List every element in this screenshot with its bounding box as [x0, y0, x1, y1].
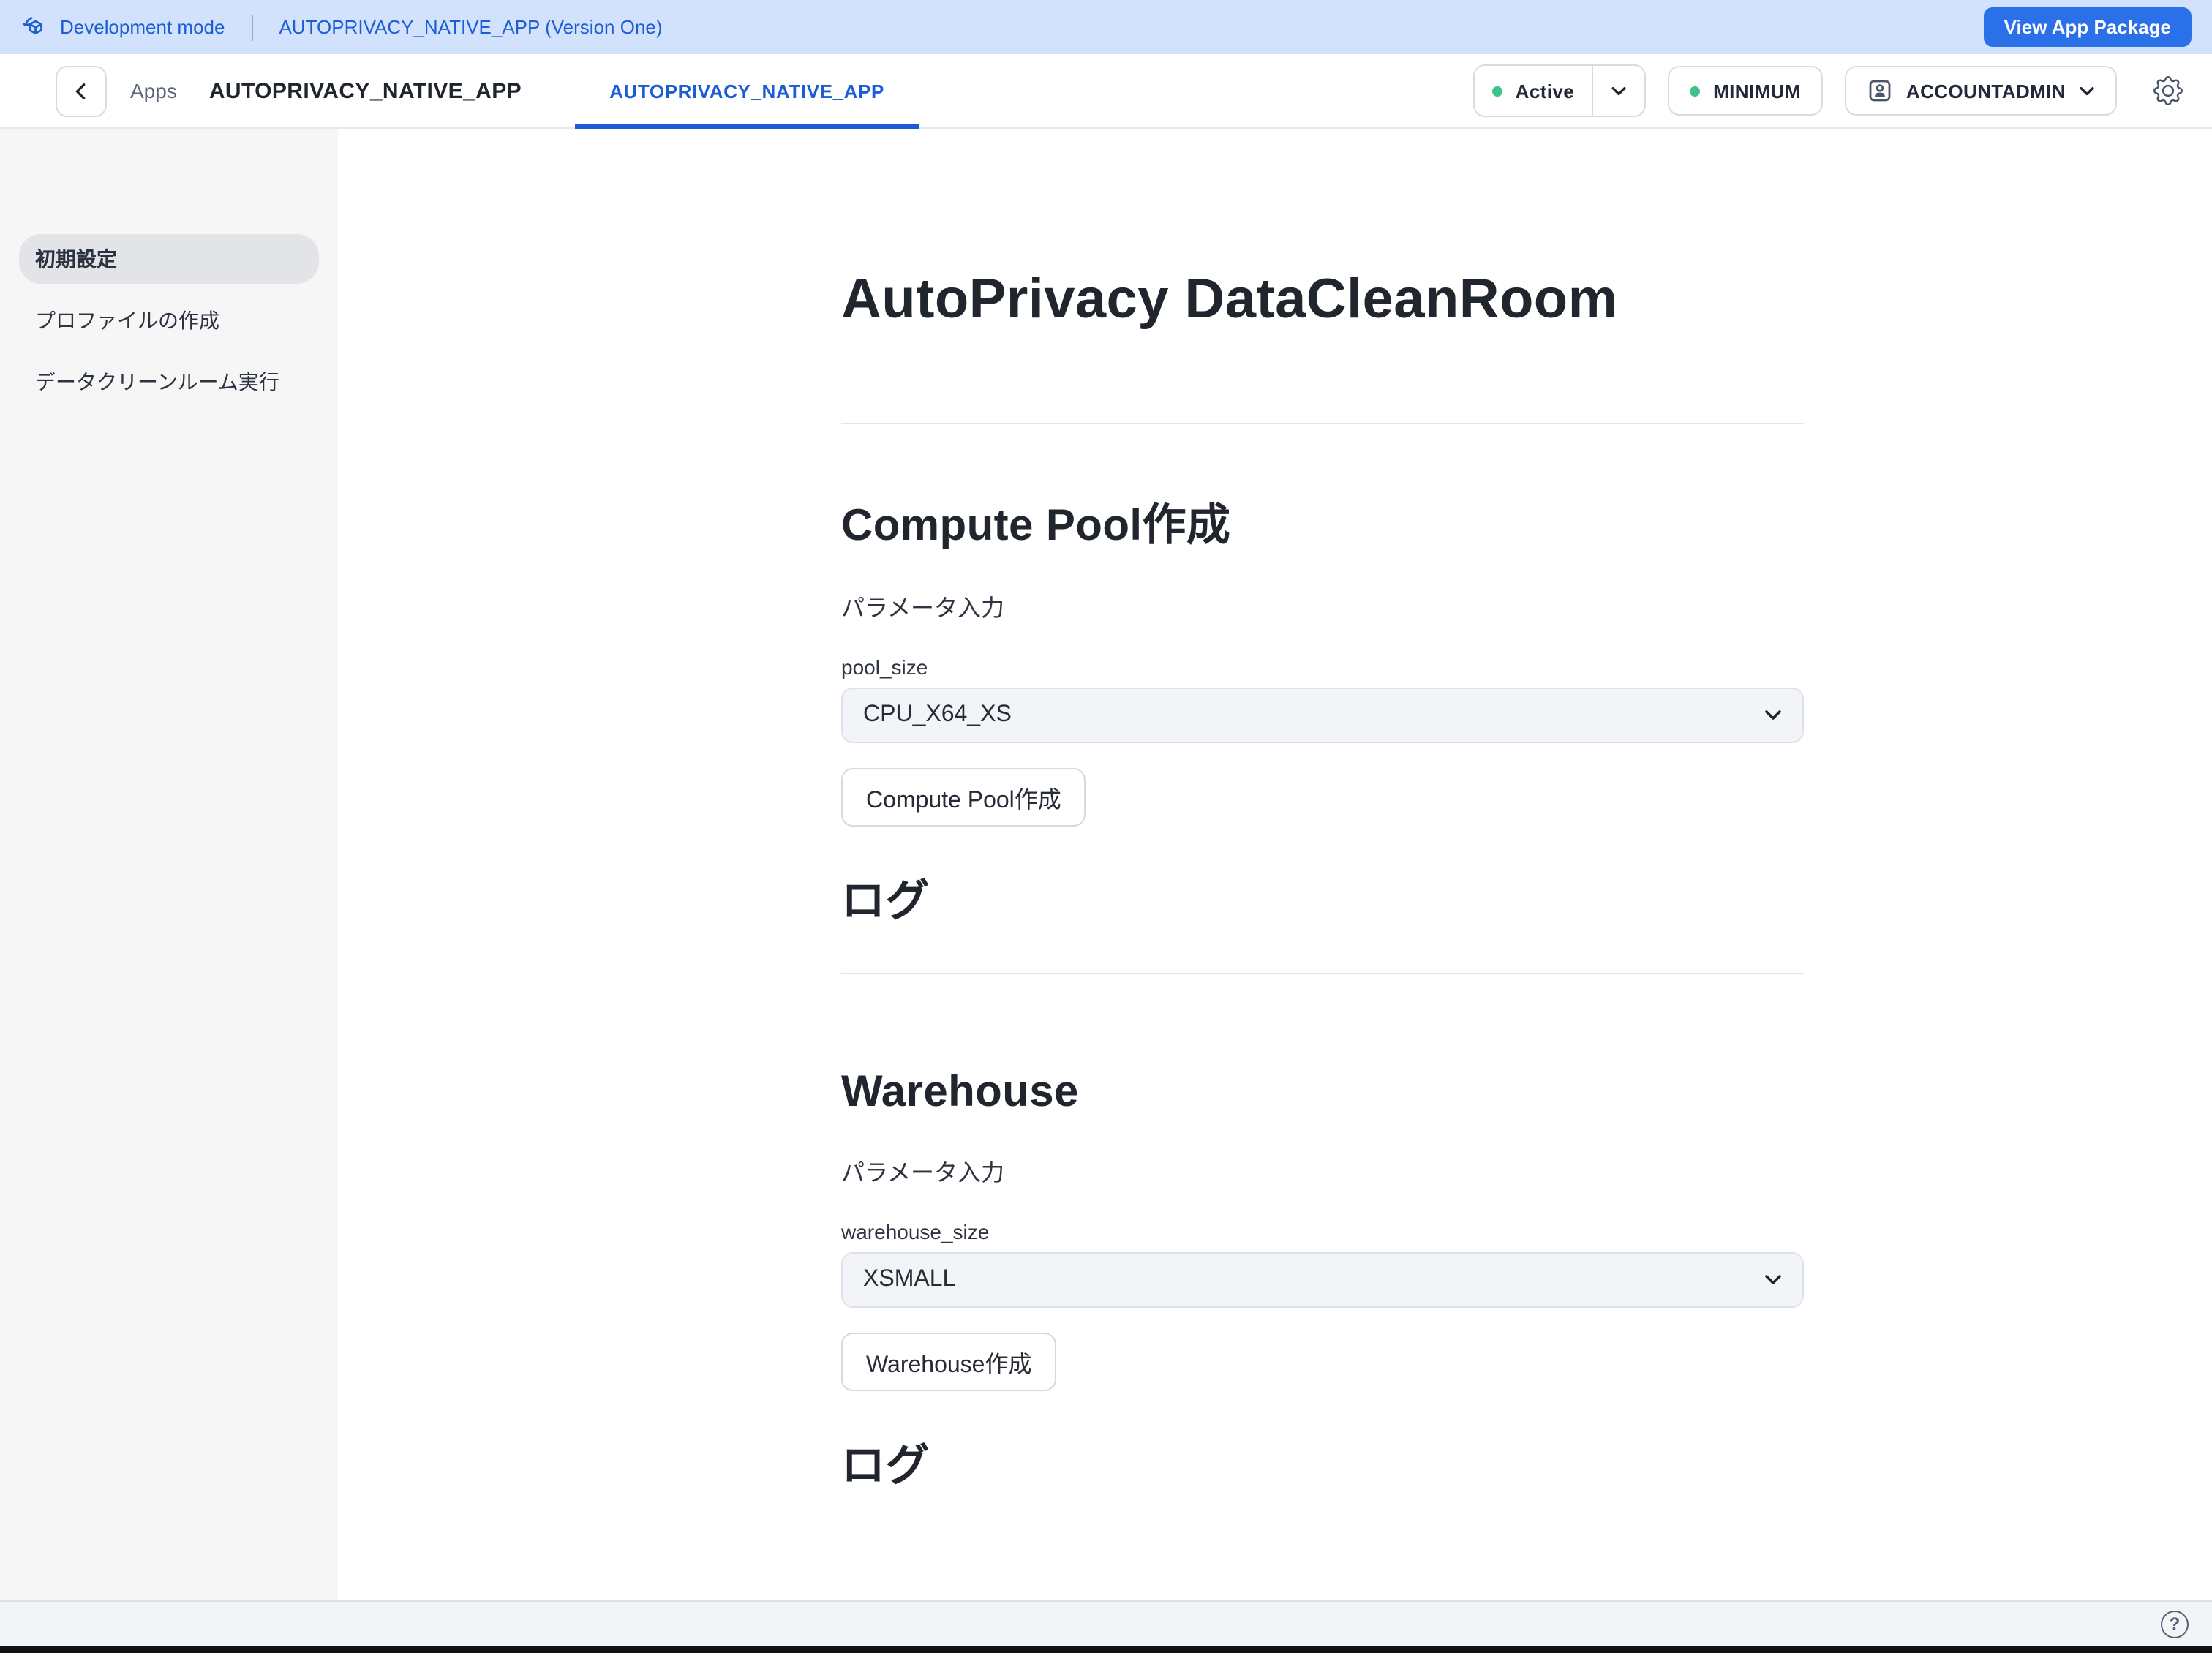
app-status-split-button: Active — [1473, 64, 1646, 117]
app-version-label: AUTOPRIVACY_NATIVE_APP (Version One) — [279, 16, 662, 38]
main-area: AutoPrivacy DataCleanRoom Compute Pool作成… — [338, 129, 2212, 1600]
package-icon — [20, 13, 48, 41]
sidebar-item-initial-setup[interactable]: 初期設定 — [19, 234, 319, 284]
compute-pool-heading: Compute Pool作成 — [841, 489, 1804, 553]
warehouse-log-heading: ログ — [841, 1429, 1804, 1494]
breadcrumb-app-name: AUTOPRIVACY_NATIVE_APP — [209, 78, 522, 103]
window-bottom-edge — [0, 1646, 2212, 1653]
tab-autoprivacy-native-app[interactable]: AUTOPRIVACY_NATIVE_APP — [574, 54, 919, 127]
status-dropdown-button[interactable] — [1592, 66, 1644, 116]
sidebar-item-create-profile[interactable]: プロファイルの作成 — [19, 295, 319, 345]
tab-bar: AUTOPRIVACY_NATIVE_APP — [574, 54, 919, 127]
topbar-divider — [251, 14, 252, 40]
warehouse-size-label: warehouse_size — [841, 1220, 1804, 1243]
warehouse-size-select[interactable]: XSMALL — [841, 1252, 1804, 1308]
compute-param-text: パラメータ入力 — [841, 588, 1804, 623]
gear-icon — [2153, 76, 2183, 105]
header-controls: Active MINIMUM — [1473, 64, 2189, 117]
privileges-button[interactable]: MINIMUM — [1668, 66, 1823, 116]
warehouse-size-value: XSMALL — [863, 1267, 955, 1293]
divider — [841, 973, 1804, 974]
pool-size-select[interactable]: CPU_X64_XS — [841, 688, 1804, 743]
page-title: AutoPrivacy DataCleanRoom — [841, 269, 1804, 332]
development-mode-label: Development mode — [60, 16, 225, 38]
select-chevron-icon — [1764, 1274, 1782, 1286]
sidebar: 初期設定 プロファイルの作成 データクリーンルーム実行 — [0, 129, 338, 1600]
compute-pool-section: Compute Pool作成 パラメータ入力 pool_size CPU_X64… — [841, 489, 1804, 929]
breadcrumb-apps[interactable]: Apps — [130, 79, 177, 102]
content-column: AutoPrivacy DataCleanRoom Compute Pool作成… — [841, 129, 1804, 1494]
header-bar: Apps AUTOPRIVACY_NATIVE_APP AUTOPRIVACY_… — [0, 54, 2212, 129]
pool-size-label: pool_size — [841, 655, 1804, 679]
create-compute-pool-button[interactable]: Compute Pool作成 — [841, 768, 1086, 826]
back-button[interactable] — [56, 65, 107, 116]
id-badge-icon — [1867, 78, 1893, 104]
app-status-button[interactable]: Active — [1475, 66, 1592, 116]
warehouse-param-text: パラメータ入力 — [841, 1153, 1804, 1188]
development-mode-bar: Development mode AUTOPRIVACY_NATIVE_APP … — [0, 0, 2212, 54]
privileges-label: MINIMUM — [1713, 80, 1801, 102]
chevron-down-icon — [1611, 86, 1627, 96]
chevron-down-icon — [2079, 86, 2095, 96]
back-icon — [72, 81, 91, 100]
sidebar-item-run-cleanroom[interactable]: データクリーンルーム実行 — [19, 357, 319, 407]
development-mode-link[interactable]: Development mode — [20, 13, 225, 41]
app-window: Development mode AUTOPRIVACY_NATIVE_APP … — [0, 0, 2212, 1653]
dev-mode-group: Development mode AUTOPRIVACY_NATIVE_APP … — [20, 13, 663, 41]
role-selector-button[interactable]: ACCOUNTADMIN — [1845, 66, 2117, 116]
status-label: Active — [1516, 80, 1574, 102]
help-icon[interactable]: ? — [2161, 1610, 2189, 1638]
status-dot — [1690, 86, 1700, 96]
view-app-package-button[interactable]: View App Package — [1984, 7, 2192, 47]
select-chevron-icon — [1764, 709, 1782, 721]
settings-button[interactable] — [2148, 70, 2189, 111]
footer-bar: ? — [0, 1600, 2212, 1646]
warehouse-heading: Warehouse — [841, 1068, 1804, 1118]
warehouse-section: Warehouse パラメータ入力 warehouse_size XSMALL … — [841, 1068, 1804, 1494]
pool-size-value: CPU_X64_XS — [863, 702, 1012, 728]
divider — [841, 423, 1804, 424]
tab-label: AUTOPRIVACY_NATIVE_APP — [609, 80, 884, 102]
status-dot — [1492, 86, 1502, 96]
role-label: ACCOUNTADMIN — [1906, 80, 2066, 102]
compute-log-heading: ログ — [841, 865, 1804, 929]
create-warehouse-button[interactable]: Warehouse作成 — [841, 1333, 1056, 1391]
